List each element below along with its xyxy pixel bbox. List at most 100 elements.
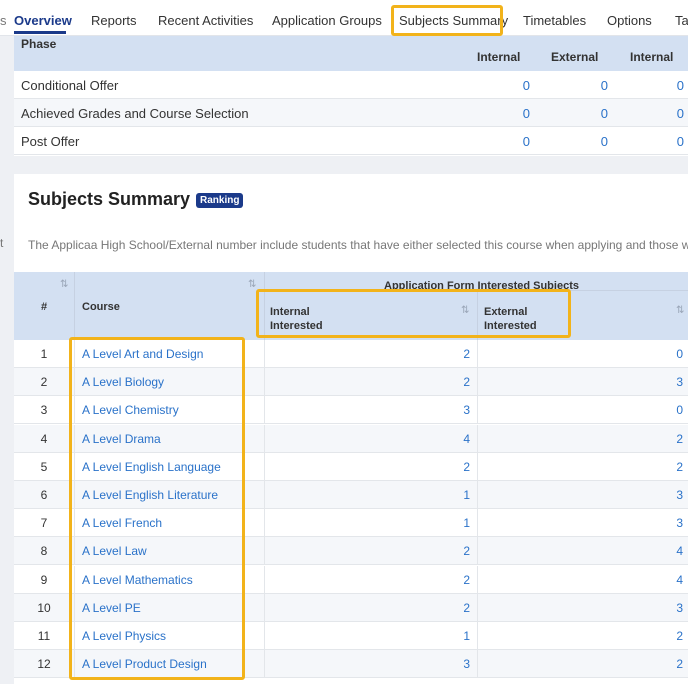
external-interested-value[interactable]: 2: [477, 432, 683, 446]
tab-bar: s Overview Reports Recent Activities App…: [0, 0, 688, 36]
internal-interested-value[interactable]: 1: [264, 488, 470, 502]
internal-interested-value[interactable]: 3: [264, 657, 470, 671]
row-number: 7: [40, 516, 48, 531]
tab-application-groups[interactable]: Application Groups: [272, 14, 382, 28]
table-row: 11 A Level Physics 1 2: [14, 622, 688, 650]
cell-divider: [264, 396, 265, 425]
cell-divider: [477, 593, 478, 622]
cell-divider: [74, 622, 75, 650]
cell-divider: [264, 593, 265, 622]
external-interested-value[interactable]: 3: [477, 516, 683, 530]
phase-row-label: Conditional Offer: [21, 78, 119, 93]
external-interested-value[interactable]: 3: [477, 488, 683, 502]
left-cut-char: t: [0, 236, 4, 250]
cell-divider: [74, 368, 75, 397]
phase-table-header: Phase Internal External Internal: [14, 36, 688, 71]
table-row: 10 A Level PE 2 3: [14, 593, 688, 622]
course-link[interactable]: A Level Art and Design: [82, 347, 203, 361]
internal-interested-value[interactable]: 2: [264, 375, 470, 389]
tab-options[interactable]: Options: [607, 14, 652, 28]
row-number: 5: [40, 459, 48, 474]
cell-divider: [264, 340, 265, 368]
sort-arrows-icon[interactable]: ⇅: [60, 279, 68, 290]
internal-interested-value[interactable]: 4: [264, 432, 470, 446]
course-link[interactable]: A Level Biology: [82, 375, 164, 389]
row-number: 1: [40, 347, 48, 361]
cell-divider: [264, 424, 265, 453]
col-header-internal-interested[interactable]: Internal Interested: [270, 305, 323, 333]
info-note: The Applicaa High School/External number…: [28, 238, 688, 252]
cell-divider: [74, 424, 75, 453]
cell-divider: [74, 593, 75, 622]
ranking-badge[interactable]: Ranking: [196, 193, 244, 208]
course-link[interactable]: A Level PE: [82, 601, 141, 615]
course-link[interactable]: A Level Drama: [82, 432, 161, 446]
sort-arrows-icon[interactable]: ⇅: [676, 305, 684, 316]
phase-value[interactable]: 0: [500, 78, 530, 93]
internal-interested-value[interactable]: 2: [264, 347, 470, 361]
cell-divider: [74, 537, 75, 566]
phase-value[interactable]: 0: [578, 134, 608, 149]
internal-interested-value[interactable]: 1: [264, 629, 470, 643]
external-interested-value[interactable]: 0: [477, 347, 683, 361]
phase-value[interactable]: 0: [578, 106, 608, 121]
cell-divider: [74, 340, 75, 368]
phase-value[interactable]: 0: [500, 134, 530, 149]
col-header-external-interested[interactable]: External Interested: [484, 305, 537, 333]
phase-col-external: External: [551, 50, 599, 64]
internal-interested-value[interactable]: 2: [264, 544, 470, 558]
course-link[interactable]: A Level English Literature: [82, 488, 218, 502]
phase-value[interactable]: 0: [500, 106, 530, 121]
course-link[interactable]: A Level French: [82, 516, 162, 530]
phase-value[interactable]: 0: [654, 134, 684, 149]
group-divider: [264, 290, 688, 291]
row-number: 2: [40, 375, 48, 390]
row-number: 6: [40, 488, 48, 502]
internal-interested-value[interactable]: 2: [264, 460, 470, 474]
tab-reports[interactable]: Reports: [91, 14, 137, 28]
course-link[interactable]: A Level Chemistry: [82, 403, 179, 417]
col-header-course[interactable]: Course: [82, 300, 120, 314]
cell-divider: [477, 340, 478, 368]
internal-interested-value[interactable]: 3: [264, 403, 470, 417]
external-interested-value[interactable]: 2: [477, 629, 683, 643]
tab-cut-off[interactable]: Ta: [675, 14, 688, 28]
external-interested-value[interactable]: 4: [477, 544, 683, 558]
external-interested-value[interactable]: 4: [477, 573, 683, 587]
col-header-num[interactable]: #: [41, 300, 47, 314]
external-interested-value[interactable]: 0: [477, 403, 683, 417]
cell-divider: [264, 481, 265, 509]
internal-interested-value[interactable]: 1: [264, 516, 470, 530]
row-number: 8: [40, 544, 48, 559]
external-interested-value[interactable]: 3: [477, 601, 683, 615]
course-link[interactable]: A Level Product Design: [82, 657, 207, 671]
table-row: 2A Level Biology 2 3: [14, 368, 688, 397]
tab-subjects-summary[interactable]: Subjects Summary: [399, 14, 508, 28]
external-interested-value[interactable]: 2: [477, 460, 683, 474]
phase-value[interactable]: 0: [578, 78, 608, 93]
course-link[interactable]: A Level English Language: [82, 460, 221, 474]
tab-timetables[interactable]: Timetables: [523, 14, 586, 28]
cell-divider: [74, 481, 75, 509]
course-link[interactable]: A Level Physics: [82, 629, 166, 643]
external-interested-value[interactable]: 3: [477, 375, 683, 389]
tab-recent-activities[interactable]: Recent Activities: [158, 14, 253, 28]
course-link[interactable]: A Level Law: [82, 544, 147, 558]
cell-divider: [74, 509, 75, 538]
course-link[interactable]: A Level Mathematics: [82, 573, 193, 587]
cell-divider: [477, 650, 478, 679]
row-number: 9: [40, 572, 48, 587]
internal-interested-value[interactable]: 2: [264, 601, 470, 615]
external-interested-value[interactable]: 2: [477, 657, 683, 671]
internal-interested-value[interactable]: 2: [264, 573, 470, 587]
phase-value[interactable]: 0: [654, 78, 684, 93]
phase-row: Achieved Grades and Course Selection 0 0…: [14, 99, 688, 127]
tab-overview[interactable]: Overview: [14, 14, 72, 28]
cell-divider: [264, 650, 265, 679]
phase-col-internal: Internal: [477, 50, 521, 64]
sort-arrows-icon[interactable]: ⇅: [461, 305, 469, 316]
cell-divider: [74, 565, 75, 594]
sort-arrows-icon[interactable]: ⇅: [248, 279, 256, 290]
internal-line1: Internal: [270, 306, 310, 318]
phase-value[interactable]: 0: [654, 106, 684, 121]
